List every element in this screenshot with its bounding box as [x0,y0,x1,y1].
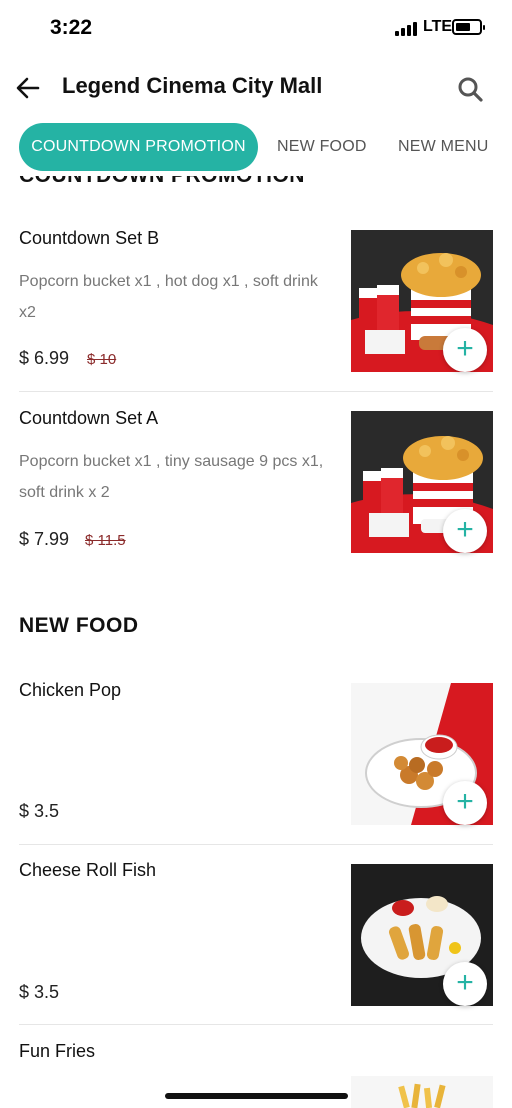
divider [19,1024,493,1025]
item-original-price: $ 11.5 [85,532,126,549]
item-name: Countdown Set A [19,408,159,428]
status-time: 3:22 [50,16,93,39]
section-title-new-food: NEW FOOD [19,614,139,637]
divider [19,391,493,392]
signal-icon [395,22,419,36]
add-to-cart-button[interactable]: + [443,509,487,553]
item-price: $ 7.99 [19,529,70,549]
fun-fries-image [351,1076,493,1108]
item-name: Fun Fries [19,1041,96,1061]
item-price: $ 3.5 [19,982,60,1002]
network-type: LTE [423,18,453,35]
home-indicator [165,1093,348,1099]
tab-new-menu[interactable]: NEW MENU [398,123,488,171]
status-bar: 3:22 LTE [0,0,512,56]
item-name: Cheese Roll Fish [19,860,157,880]
item-price: $ 3.5 [19,801,60,821]
add-to-cart-button[interactable]: + [443,781,487,825]
item-original-price: $ 10 [87,351,117,368]
menu-item[interactable]: Cheese Roll Fish $ 3.5 + [19,860,493,1010]
add-to-cart-button[interactable]: + [443,962,487,1006]
item-price: $ 6.99 [19,348,70,368]
page-title: Legend Cinema City Mall [62,73,323,98]
battery-icon [452,19,485,35]
add-to-cart-button[interactable]: + [443,328,487,372]
menu-item[interactable]: Chicken Pop $ 3.5 + [19,680,493,830]
item-description: Popcorn bucket x1 , tiny sausage 9 pcs x… [19,453,324,501]
app-header: Legend Cinema City Mall [0,56,512,120]
tab-new-food[interactable]: NEW FOOD [277,123,367,171]
category-tabs: COUNTDOWN PROMOTION NEW FOOD NEW MENU [0,120,512,176]
search-icon[interactable] [456,75,484,103]
menu-item[interactable]: Countdown Set A Popcorn bucket x1 , tiny… [19,408,493,558]
menu-item[interactable]: Countdown Set B Popcorn bucket x1 , hot … [19,228,493,378]
item-name: Chicken Pop [19,680,122,700]
divider [19,844,493,845]
tab-countdown-promotion[interactable]: COUNTDOWN PROMOTION [19,123,258,171]
arrow-left-icon[interactable] [14,74,42,102]
item-name: Countdown Set B [19,228,160,248]
item-description: Popcorn bucket x1 , hot dog x1 , soft dr… [19,273,318,321]
